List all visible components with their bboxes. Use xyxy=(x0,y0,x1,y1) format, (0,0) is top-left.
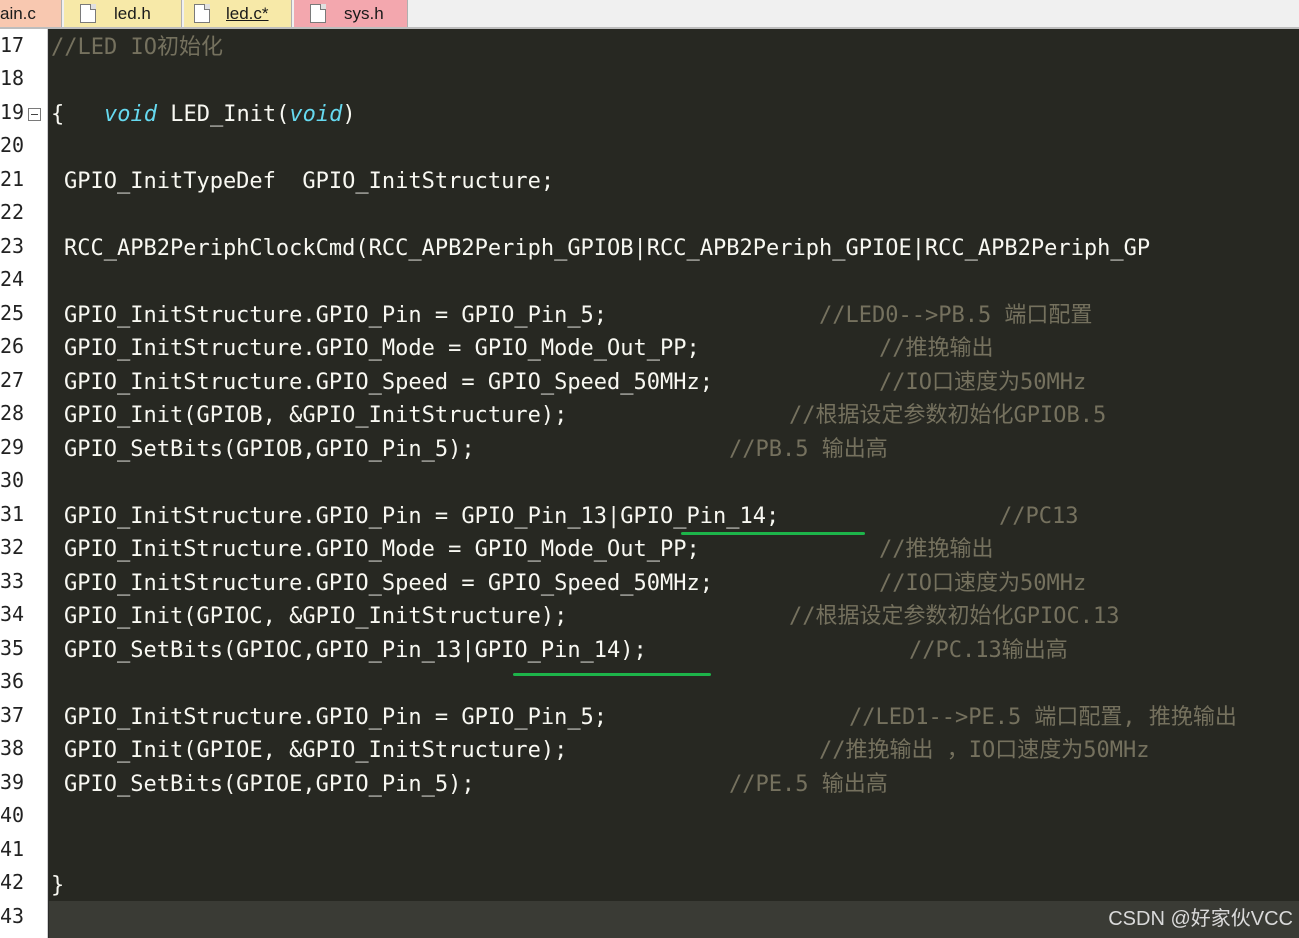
line-number: 43 xyxy=(0,904,25,928)
line-number: 37 xyxy=(0,703,25,727)
line-number: 26 xyxy=(0,334,25,358)
line-number: 35 xyxy=(0,636,25,660)
line-number: 21 xyxy=(0,167,25,191)
code-text: GPIO_Init(GPIOB, &GPIO_InitStructure); xyxy=(64,403,568,428)
editor-tab-bar: ain.c led.h led.c* sys.h xyxy=(0,0,1299,29)
line-number: 25 xyxy=(0,301,25,325)
line-number: 17 xyxy=(0,33,25,57)
code-text: GPIO_Init(GPIOC, &GPIO_InitStructure); xyxy=(64,604,568,629)
line-number: 32 xyxy=(0,535,25,559)
code-text: { xyxy=(51,102,65,127)
line-number: 41 xyxy=(0,837,25,861)
line-number: 28 xyxy=(0,401,25,425)
code-text: GPIO_SetBits(GPIOB,GPIO_Pin_5); xyxy=(64,437,475,462)
tab-label: led.h xyxy=(114,3,151,23)
code-comment: //推挽输出 xyxy=(879,537,994,562)
tab-main-c[interactable]: ain.c xyxy=(0,0,62,27)
code-text: GPIO_Init(GPIOE, &GPIO_InitStructure); xyxy=(64,738,568,763)
line-number: 38 xyxy=(0,736,25,760)
code-text: } xyxy=(51,873,65,898)
tab-label: led.c* xyxy=(226,3,269,23)
keyword: void xyxy=(289,102,343,127)
code-text: GPIO_InitStructure.GPIO_Mode = GPIO_Mode… xyxy=(64,537,700,562)
file-icon xyxy=(80,4,96,23)
code-text: GPIO_SetBits(GPIOE,GPIO_Pin_5); xyxy=(64,772,475,797)
code-comment: //LED1-->PE.5 端口配置, 推挽输出 xyxy=(849,705,1237,730)
line-number: 27 xyxy=(0,368,25,392)
line-number: 23 xyxy=(0,234,25,258)
tab-sys-h[interactable]: sys.h xyxy=(294,0,408,27)
line-number: 36 xyxy=(0,669,25,693)
tab-led-c[interactable]: led.c* xyxy=(184,0,292,27)
annotation-underline xyxy=(513,673,711,676)
code-text: GPIO_InitStructure.GPIO_Pin = GPIO_Pin_5… xyxy=(64,303,608,328)
code-comment: //推挽输出 ，IO口速度为50MHz xyxy=(819,738,1150,763)
line-number: 24 xyxy=(0,267,25,291)
code-comment: //PC13 xyxy=(999,504,1079,529)
code-comment: //LED0-->PB.5 端口配置 xyxy=(819,303,1093,328)
line-number: 22 xyxy=(0,200,25,224)
line-number-gutter: 17 18 19 20 21 22 23 24 25 26 27 28 29 3… xyxy=(0,29,48,938)
code-text: RCC_APB2PeriphClockCmd(RCC_APB2Periph_GP… xyxy=(64,236,1151,261)
keyword: void xyxy=(103,102,157,127)
line-number: 18 xyxy=(0,66,25,90)
code-comment: //根据设定参数初始化GPIOB.5 xyxy=(789,403,1107,428)
code-comment: //根据设定参数初始化GPIOC.13 xyxy=(789,604,1120,629)
line-number: 39 xyxy=(0,770,25,794)
line-number: 29 xyxy=(0,435,25,459)
code-comment: //推挽输出 xyxy=(879,336,994,361)
file-icon xyxy=(310,4,326,23)
annotation-underline xyxy=(681,532,865,535)
line-number: 20 xyxy=(0,133,25,157)
line-number: 30 xyxy=(0,468,25,492)
code-comment: //PC.13输出高 xyxy=(909,638,1068,663)
tab-label: sys.h xyxy=(344,3,384,23)
line-number: 42 xyxy=(0,870,25,894)
line-number: 19 xyxy=(0,100,25,124)
code-comment: //PB.5 输出高 xyxy=(729,437,888,462)
line-number: 40 xyxy=(0,803,25,827)
tab-label: ain.c xyxy=(0,3,36,23)
code-text: GPIO_SetBits(GPIOC,GPIO_Pin_13|GPIO_Pin_… xyxy=(64,638,647,663)
code-text: GPIO_InitStructure.GPIO_Pin = GPIO_Pin_5… xyxy=(64,705,608,730)
code-comment: //IO口速度为50MHz xyxy=(879,370,1087,395)
line-number: 33 xyxy=(0,569,25,593)
fold-collapse-icon[interactable] xyxy=(28,108,41,121)
code-line: void LED_Init(void) xyxy=(51,65,356,127)
line-number: 31 xyxy=(0,502,25,526)
code-text: GPIO_InitStructure.GPIO_Pin = GPIO_Pin_1… xyxy=(64,504,780,529)
code-comment: //PE.5 输出高 xyxy=(729,772,888,797)
code-text: ) xyxy=(342,102,356,127)
code-editor[interactable]: //LED IO初始化 void LED_Init(void) { GPIO_I… xyxy=(49,29,1299,938)
code-text: LED_Init( xyxy=(156,102,290,127)
tab-led-h[interactable]: led.h xyxy=(64,0,182,27)
watermark: CSDN @好家伙VCC xyxy=(1108,908,1293,930)
code-text: GPIO_InitStructure.GPIO_Speed = GPIO_Spe… xyxy=(64,370,714,395)
code-text: GPIO_InitStructure.GPIO_Mode = GPIO_Mode… xyxy=(64,336,700,361)
code-comment: //LED IO初始化 xyxy=(51,35,223,60)
code-text: GPIO_InitTypeDef GPIO_InitStructure; xyxy=(64,169,555,194)
file-icon xyxy=(194,4,210,23)
code-comment: //IO口速度为50MHz xyxy=(879,571,1087,596)
line-number: 34 xyxy=(0,602,25,626)
code-text: GPIO_InitStructure.GPIO_Speed = GPIO_Spe… xyxy=(64,571,714,596)
